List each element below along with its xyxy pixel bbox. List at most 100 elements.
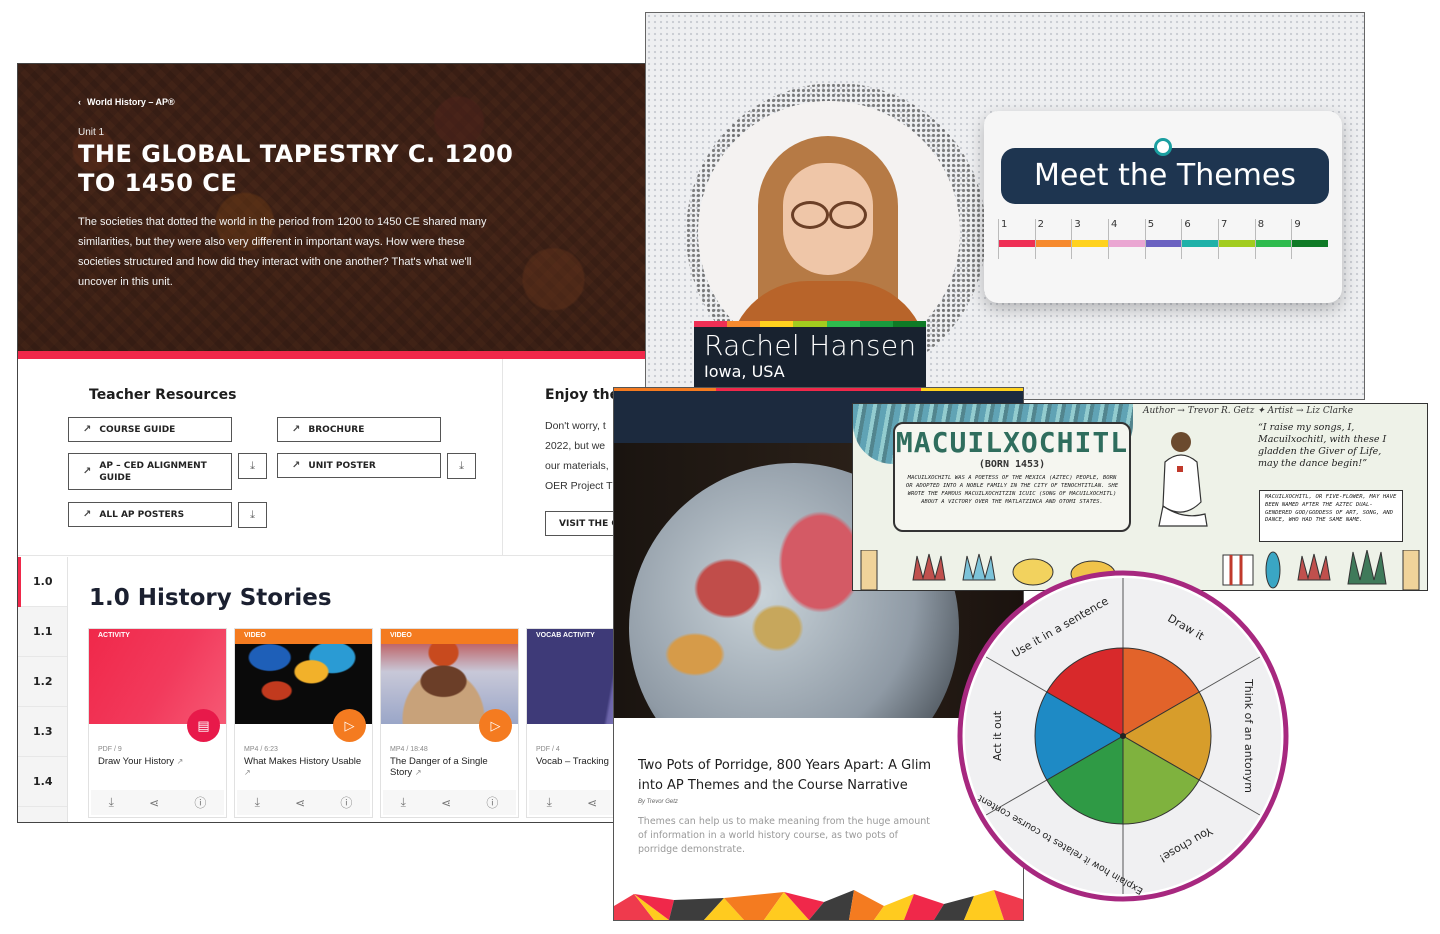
- theme-segment-2: 2: [1034, 219, 1072, 259]
- resource-card[interactable]: VIDEO ▷ MP4 / 6:23 What Makes History Us…: [234, 628, 373, 818]
- side-nav-item-1-3[interactable]: 1.3: [18, 707, 67, 757]
- presenter-location: Iowa, USA: [704, 362, 785, 381]
- resources-section: Teacher Resources ↗ COURSE GUIDE ↗ BROCH…: [18, 359, 646, 556]
- theme-number: 1: [1001, 219, 1008, 230]
- button-label: AP – CED ALIGNMENT GUIDE: [99, 460, 207, 483]
- share-icon[interactable]: ⋖: [441, 796, 451, 810]
- card-title-text: The Danger of a Single Story: [390, 756, 488, 778]
- info-icon[interactable]: ⓘ: [194, 794, 206, 811]
- theme-color-bar: [999, 240, 1035, 247]
- theme-segment-9: 9: [1291, 219, 1329, 259]
- theme-segment-4: 4: [1108, 219, 1145, 259]
- card-title[interactable]: The Danger of a Single Story ↗: [390, 756, 510, 778]
- side-nav-item-1-4[interactable]: 1.4: [18, 757, 67, 807]
- theme-number: 4: [1111, 219, 1118, 230]
- color-stripe: [694, 321, 926, 327]
- resource-card[interactable]: ACTIVITY ▤ PDF / 9 Draw Your History ↗ ⤓…: [88, 628, 227, 818]
- theme-color-bar: [1035, 240, 1072, 247]
- external-link-icon: ↗: [176, 757, 184, 766]
- card-title-text: Draw Your History: [98, 756, 175, 767]
- theme-number: 3: [1074, 219, 1081, 230]
- external-link-icon: ↗: [292, 424, 301, 435]
- info-icon[interactable]: ⓘ: [340, 794, 352, 811]
- download-icon[interactable]: ⤓: [109, 795, 114, 810]
- side-nav-item-1-1[interactable]: 1.1: [18, 607, 67, 657]
- document-icon[interactable]: ▤: [187, 709, 220, 742]
- unit-page-screenshot: ‹ World History – AP® Unit 1 THE GLOBAL …: [17, 63, 647, 823]
- wheel-center: [1120, 733, 1126, 739]
- theme-segment-1: 1: [998, 219, 1035, 259]
- color-stripe: [614, 388, 1023, 391]
- vocab-wheel[interactable]: Draw itThink of an antonymYou chose!Expl…: [957, 570, 1289, 902]
- theme-number: 7: [1221, 219, 1228, 230]
- hero-content: ‹ World History – AP® Unit 1 THE GLOBAL …: [78, 97, 548, 292]
- course-guide-button[interactable]: ↗ COURSE GUIDE: [68, 417, 232, 442]
- enjoy-title: Enjoy the: [545, 387, 620, 403]
- comic-title-box: MACUILXOCHITL (BORN 1453) MACUILXOCHITL …: [893, 422, 1131, 532]
- card-type-tag: VIDEO: [381, 629, 518, 644]
- resource-card[interactable]: VIDEO ▷ MP4 / 18:48 The Danger of a Sing…: [380, 628, 519, 818]
- article-title-line: into AP Themes and the Course Narrative: [638, 778, 908, 793]
- breadcrumb-link[interactable]: World History – AP®: [87, 97, 175, 107]
- share-icon[interactable]: ⋖: [295, 796, 305, 810]
- download-icon[interactable]: ⤓: [255, 795, 260, 810]
- card-title[interactable]: Draw Your History ↗: [98, 756, 218, 767]
- theme-segment-5: 5: [1144, 219, 1182, 259]
- comic-note: MACUILXOCHITL, OR FIVE-FLOWER, MAY HAVE …: [1259, 490, 1403, 542]
- theme-segment-7: 7: [1218, 219, 1255, 259]
- side-nav-item-1-2[interactable]: 1.2: [18, 657, 67, 707]
- card-actions: ⤓ ⋖ ⓘ: [91, 790, 224, 815]
- accent-bar: [18, 351, 646, 359]
- chevron-left-icon: ‹: [78, 97, 81, 107]
- card-type-tag: VIDEO: [235, 629, 372, 644]
- external-link-icon: ↗: [83, 466, 92, 477]
- info-icon[interactable]: ⓘ: [486, 794, 498, 811]
- ap-ced-alignment-guide-button[interactable]: ↗ AP – CED ALIGNMENT GUIDE: [68, 453, 232, 490]
- section-side-nav: 1.0 1.1 1.2 1.3 1.4: [18, 557, 68, 822]
- page-title-line-1: THE GLOBAL TAPESTRY C. 1200: [78, 140, 514, 168]
- download-icon[interactable]: ⤓: [547, 795, 552, 810]
- ap-ced-download-button[interactable]: ⤓: [238, 453, 267, 479]
- poet-figure: [1158, 432, 1208, 527]
- article-title[interactable]: Two Pots of Porridge, 800 Years Apart: A…: [638, 756, 1001, 796]
- unit-poster-download-button[interactable]: ⤓: [447, 453, 476, 479]
- theme-color-bar: [1145, 240, 1182, 247]
- section-title: 1.0 History Stories: [89, 585, 332, 611]
- side-nav-item-1-0[interactable]: 1.0: [18, 557, 67, 607]
- card-title[interactable]: What Makes History Usable ↗: [244, 756, 364, 778]
- external-link-icon: ↗: [244, 768, 251, 777]
- teacher-resources-title: Teacher Resources: [89, 387, 237, 403]
- theme-number: 6: [1184, 219, 1191, 230]
- article-description: Themes can help us to make meaning from …: [638, 816, 931, 855]
- comic-born: (BORN 1453): [978, 459, 1046, 470]
- theme-color-bar: [1072, 240, 1109, 247]
- button-label: ALL AP POSTERS: [99, 509, 185, 520]
- themes-title: Meet the Themes: [1001, 148, 1329, 204]
- button-label: COURSE GUIDE: [99, 424, 176, 435]
- theme-segment-6: 6: [1181, 219, 1219, 259]
- glasses-icon: [789, 201, 869, 229]
- wheel-label: Think of an antonym: [1242, 678, 1255, 793]
- unit-poster-button[interactable]: ↗ UNIT POSTER: [277, 453, 441, 478]
- section-divider: [502, 359, 503, 556]
- share-icon[interactable]: ⋖: [149, 796, 159, 810]
- theme-color-bar: [1219, 240, 1255, 247]
- download-icon[interactable]: ⤓: [401, 795, 406, 810]
- theme-number: 2: [1037, 219, 1045, 230]
- breadcrumb[interactable]: ‹ World History – AP®: [78, 97, 548, 107]
- brochure-button[interactable]: ↗ BROCHURE: [277, 417, 441, 442]
- timeline-marker-icon: [1154, 138, 1172, 156]
- article-title-line: Two Pots of Porridge, 800 Years Apart: A…: [638, 758, 932, 773]
- presenter-name: Rachel Hansen: [704, 329, 917, 362]
- play-icon[interactable]: ▷: [333, 709, 366, 742]
- theme-color-bar: [1182, 240, 1219, 247]
- all-ap-posters-download-button[interactable]: ⤓: [238, 502, 267, 528]
- theme-segment-8: 8: [1254, 219, 1292, 259]
- themes-card: Meet the Themes 1 2 3 4 5 6 7 8 9: [984, 111, 1342, 303]
- all-ap-posters-button[interactable]: ↗ ALL AP POSTERS: [68, 502, 232, 527]
- theme-color-bar: [1109, 240, 1145, 247]
- comic-bio: MACUILXOCHITL WAS A POETESS OF THE MEXIC…: [905, 475, 1119, 505]
- play-icon[interactable]: ▷: [479, 709, 512, 742]
- share-icon[interactable]: ⋖: [587, 796, 597, 810]
- external-link-icon: ↗: [83, 424, 92, 435]
